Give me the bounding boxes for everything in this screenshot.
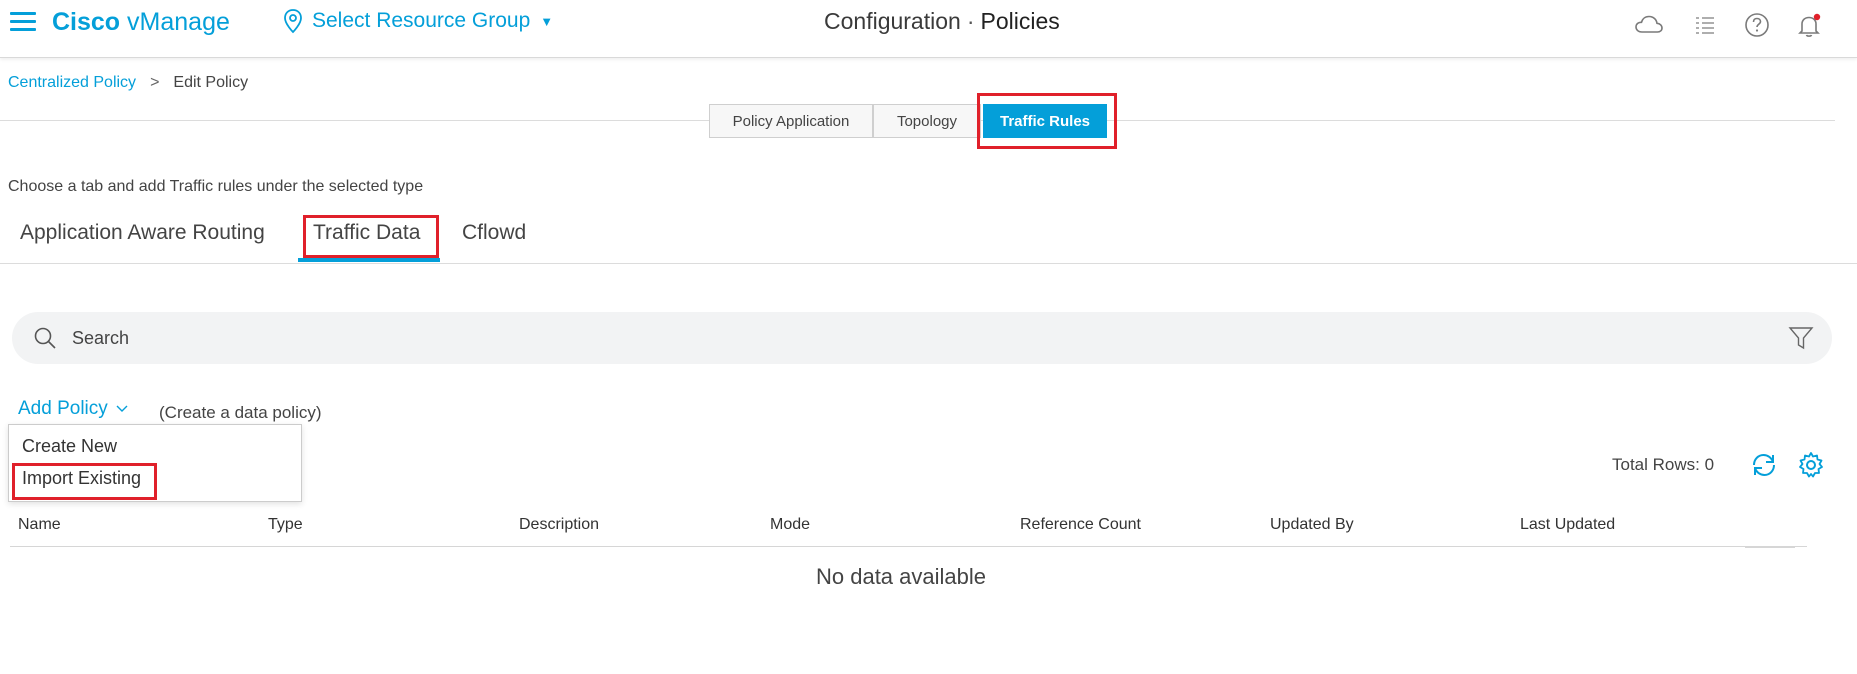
subtabs-divider	[0, 263, 1857, 264]
add-policy-menu: Create New Import Existing	[8, 424, 302, 502]
top-header: Cisco vManage Select Resource Group ▼ Co…	[0, 0, 1857, 58]
column-header-description[interactable]: Description	[519, 516, 599, 534]
add-policy-button[interactable]: Add Policy	[18, 398, 128, 420]
active-tab-indicator	[298, 258, 440, 262]
tab-traffic-rules[interactable]: Traffic Rules	[983, 104, 1107, 138]
app-logo[interactable]: Cisco vManage	[52, 8, 230, 37]
title-page: Policies	[980, 8, 1060, 34]
table-header-divider	[10, 546, 1807, 547]
search-icon	[34, 327, 56, 349]
column-header-mode[interactable]: Mode	[770, 516, 810, 534]
create-policy-hint: (Create a data policy)	[159, 403, 322, 422]
search-input[interactable]	[72, 322, 1732, 354]
chevron-down-icon	[116, 405, 128, 412]
menu-item-create-new[interactable]: Create New	[22, 436, 117, 457]
breadcrumb-current: Edit Policy	[173, 74, 249, 91]
cloud-icon[interactable]	[1632, 8, 1666, 42]
add-policy-label: Add Policy	[18, 398, 108, 419]
location-pin-icon	[284, 9, 302, 34]
empty-table-message: No data available	[815, 564, 986, 589]
refresh-icon[interactable]	[1749, 450, 1779, 480]
column-header-reference-count[interactable]: Reference Count	[1020, 516, 1141, 534]
resource-group-selector[interactable]: Select Resource Group ▼	[282, 8, 553, 34]
notification-bell-icon[interactable]	[1792, 8, 1826, 42]
subtab-traffic-data[interactable]: Traffic Data	[313, 221, 420, 245]
filter-icon[interactable]	[1788, 325, 1814, 351]
instruction-text: Choose a tab and add Traffic rules under…	[8, 178, 424, 195]
column-header-updated-by[interactable]: Updated By	[1270, 516, 1354, 534]
breadcrumb: Centralized Policy > Edit Policy	[8, 74, 248, 92]
page-title: Configuration · Policies	[824, 8, 1060, 35]
menu-item-import-existing[interactable]: Import Existing	[22, 468, 141, 489]
chevron-right-icon: >	[150, 74, 160, 91]
title-separator: ·	[966, 8, 975, 34]
breadcrumb-centralized-policy[interactable]: Centralized Policy	[8, 74, 136, 92]
column-header-type[interactable]: Type	[268, 516, 303, 534]
list-icon[interactable]	[1688, 8, 1722, 42]
gear-icon[interactable]	[1796, 450, 1826, 480]
table-scrollbar-stub	[1745, 546, 1795, 548]
caret-down-icon: ▼	[540, 13, 554, 29]
title-section: Configuration	[824, 8, 961, 34]
search-bar	[12, 312, 1832, 364]
tab-policy-application[interactable]: Policy Application	[709, 104, 873, 138]
subtab-cflowd[interactable]: Cflowd	[462, 221, 526, 245]
subtab-application-aware-routing[interactable]: Application Aware Routing	[20, 221, 265, 245]
column-header-last-updated[interactable]: Last Updated	[1520, 516, 1615, 534]
brand-bold: Cisco	[52, 8, 121, 36]
resource-group-label: Select Resource Group	[312, 9, 531, 32]
total-rows: Total Rows: 0	[1612, 455, 1715, 474]
hamburger-menu-icon[interactable]	[10, 12, 36, 32]
brand-name: vManage	[127, 8, 230, 36]
column-header-name[interactable]: Name	[18, 516, 61, 534]
tab-topology[interactable]: Topology	[873, 104, 981, 138]
help-icon[interactable]	[1740, 8, 1774, 42]
